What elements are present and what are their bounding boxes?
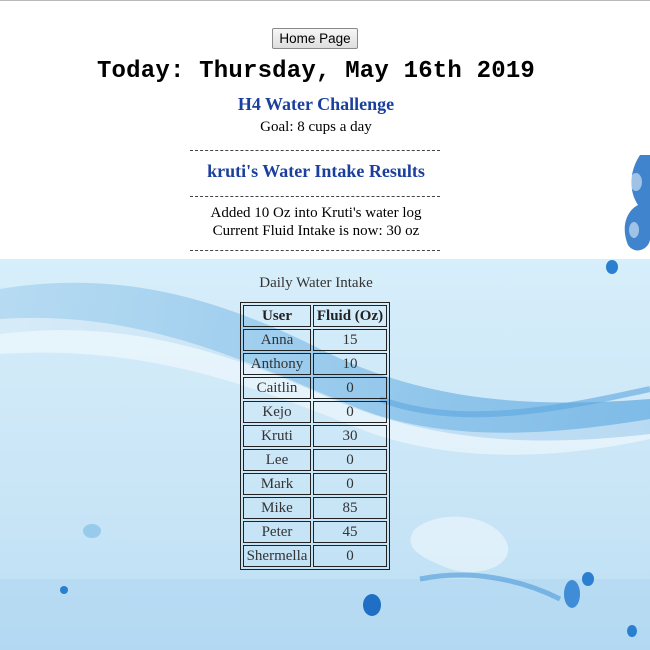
divider — [190, 196, 440, 197]
table-row: Anna 15 — [243, 329, 387, 351]
fluid-cell: 0 — [313, 473, 387, 495]
fluid-cell: 85 — [313, 497, 387, 519]
added-message: Added 10 Oz into Kruti's water log — [210, 205, 422, 221]
divider — [190, 150, 440, 151]
fluid-cell: 45 — [313, 521, 387, 543]
today-date-heading: Today: Thursday, May 16th 2019 — [96, 58, 536, 85]
user-cell: Lee — [243, 449, 311, 471]
water-intake-table: User Fluid (Oz) Anna 15 Anthony 10 Caitl… — [240, 302, 390, 570]
header-user: User — [243, 305, 311, 327]
table-row: Lee 0 — [243, 449, 387, 471]
fluid-cell: 10 — [313, 353, 387, 375]
home-page-button[interactable]: Home Page — [272, 28, 358, 49]
table-row: Kruti 30 — [243, 425, 387, 447]
user-cell: Anthony — [243, 353, 311, 375]
top-border — [0, 0, 650, 1]
table-row: Mike 85 — [243, 497, 387, 519]
table-row: Caitlin 0 — [243, 377, 387, 399]
table-row: Mark 0 — [243, 473, 387, 495]
fluid-cell: 0 — [313, 545, 387, 567]
fluid-cell: 30 — [313, 425, 387, 447]
user-cell: Mike — [243, 497, 311, 519]
table-header-row: User Fluid (Oz) — [243, 305, 387, 327]
table-row: Peter 45 — [243, 521, 387, 543]
user-cell: Kruti — [243, 425, 311, 447]
user-cell: Kejo — [243, 401, 311, 423]
user-cell: Shermella — [243, 545, 311, 567]
divider — [190, 250, 440, 251]
fluid-cell: 0 — [313, 377, 387, 399]
challenge-title: H4 Water Challenge — [237, 94, 395, 114]
fluid-cell: 15 — [313, 329, 387, 351]
fluid-cell: 0 — [313, 449, 387, 471]
user-cell: Peter — [243, 521, 311, 543]
current-intake-message: Current Fluid Intake is now: 30 oz — [212, 223, 420, 239]
user-cell: Anna — [243, 329, 311, 351]
table-row: Shermella 0 — [243, 545, 387, 567]
table-caption: Daily Water Intake — [259, 275, 373, 291]
table-row: Anthony 10 — [243, 353, 387, 375]
header-fluid: Fluid (Oz) — [313, 305, 387, 327]
goal-text: Goal: 8 cups a day — [260, 119, 372, 135]
user-cell: Mark — [243, 473, 311, 495]
user-cell: Caitlin — [243, 377, 311, 399]
results-title: kruti's Water Intake Results — [207, 161, 425, 181]
fluid-cell: 0 — [313, 401, 387, 423]
table-row: Kejo 0 — [243, 401, 387, 423]
